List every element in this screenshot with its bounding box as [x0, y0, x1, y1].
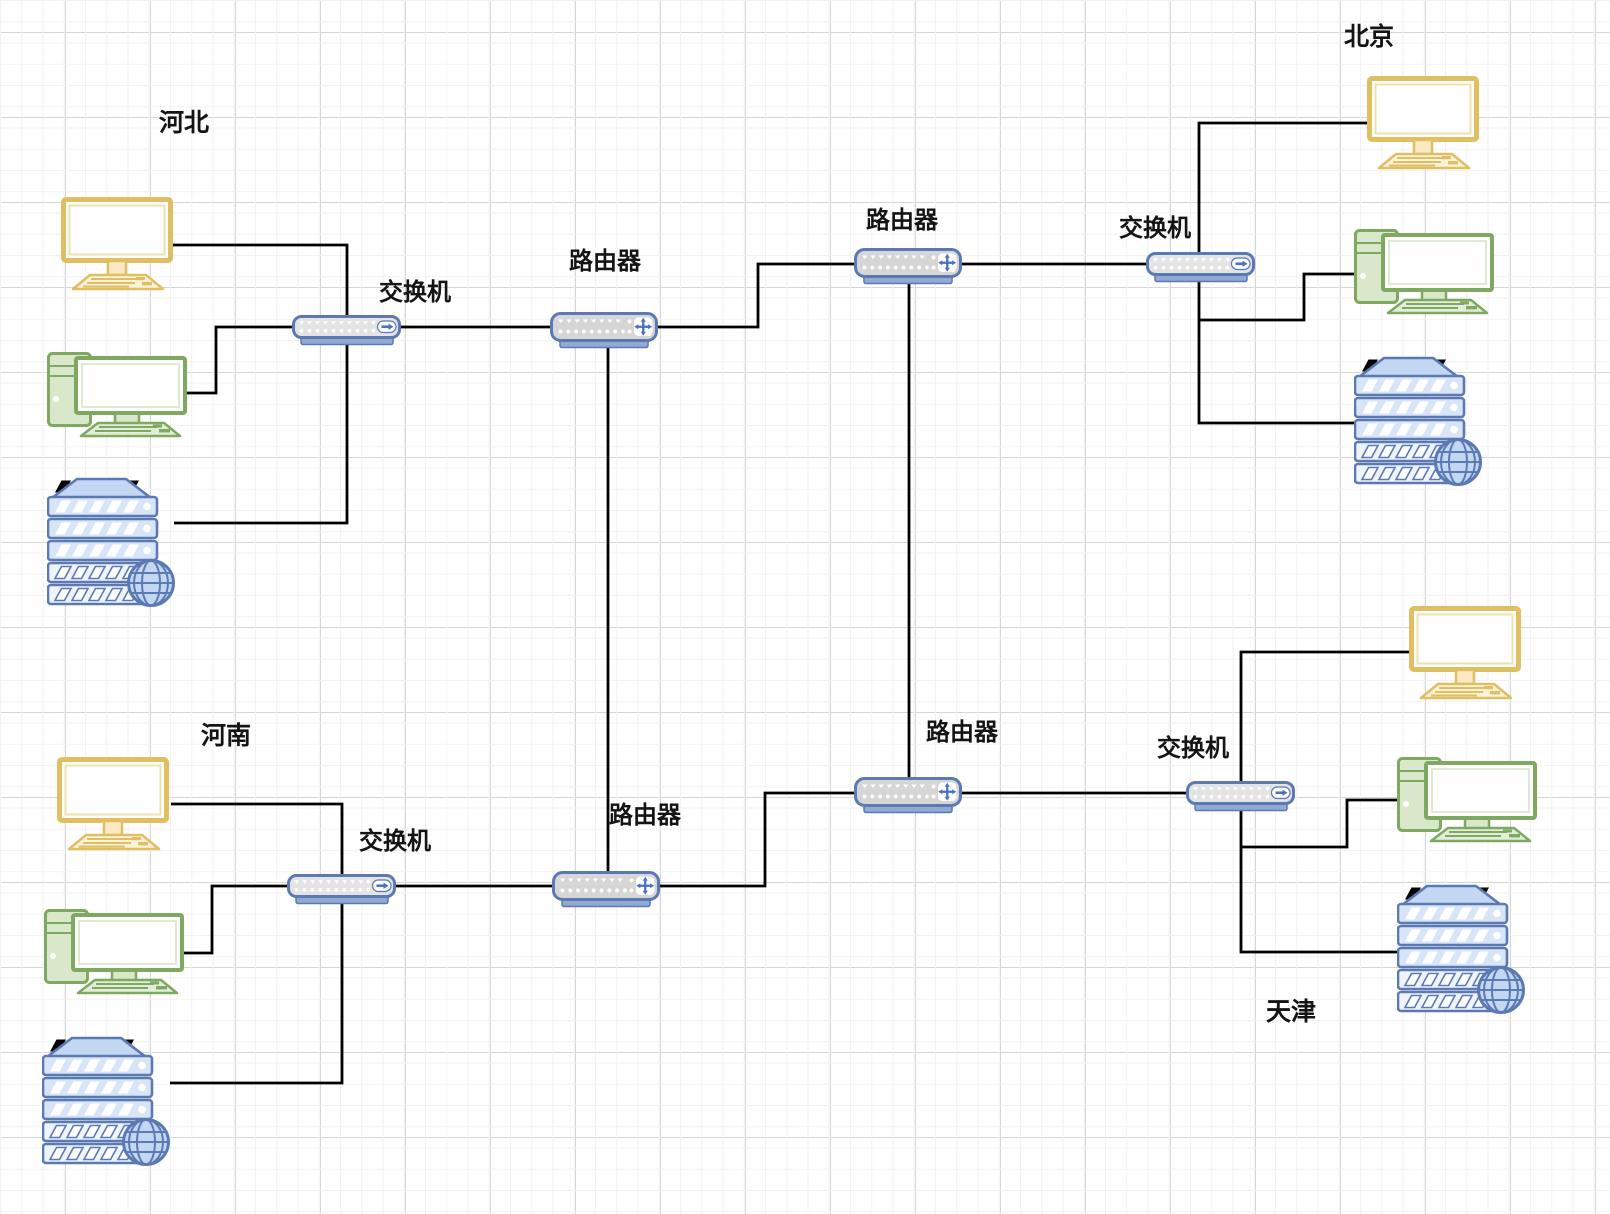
diagram-canvas: 河北 北京 河南 天津 交换机 交换机 交换机 交换机 路由器 路由器 路由器 … — [0, 0, 1610, 1214]
tianjin-switch-icon[interactable] — [1186, 781, 1296, 813]
tianjin-server-icon[interactable] — [1397, 884, 1525, 1016]
connection-line — [172, 243, 349, 525]
connection-line — [655, 262, 856, 329]
connection-line — [183, 884, 289, 955]
connection-line — [657, 791, 856, 888]
henan-desktop-pc-icon[interactable] — [44, 909, 184, 995]
router-4-label: 路由器 — [926, 719, 998, 746]
beijing-server-icon[interactable] — [1354, 356, 1482, 488]
router-1-icon[interactable] — [550, 312, 660, 350]
connection-line — [185, 325, 294, 395]
router-1-label: 路由器 — [569, 248, 641, 275]
region-label-beijing: 北京 — [1344, 23, 1395, 51]
hebei-desktop-pc-icon[interactable] — [47, 352, 187, 438]
henan-switch-label: 交换机 — [359, 828, 431, 855]
henan-switch-icon[interactable] — [287, 874, 397, 906]
router-4-icon[interactable] — [854, 777, 964, 815]
hebei-switch-icon[interactable] — [292, 315, 402, 347]
region-label-tianjin: 天津 — [1266, 998, 1317, 1026]
henan-server-icon[interactable] — [42, 1036, 170, 1168]
hebei-monitor-icon[interactable] — [61, 197, 173, 292]
region-label-henan: 河南 — [201, 722, 252, 750]
tianjin-switch-label: 交换机 — [1157, 735, 1229, 762]
router-3-icon[interactable] — [552, 871, 662, 909]
hebei-server-icon[interactable] — [47, 477, 175, 609]
beijing-switch-label: 交换机 — [1119, 215, 1191, 242]
connection-wires — [170, 121, 1410, 1085]
router-2-icon[interactable] — [854, 248, 964, 286]
tianjin-desktop-pc-icon[interactable] — [1397, 757, 1537, 843]
beijing-monitor-icon[interactable] — [1367, 76, 1479, 171]
henan-monitor-icon[interactable] — [57, 757, 169, 852]
region-label-hebei: 河北 — [159, 109, 210, 137]
beijing-desktop-pc-icon[interactable] — [1354, 229, 1494, 315]
connection-line — [170, 802, 344, 1085]
hebei-switch-label: 交换机 — [379, 279, 451, 306]
router-3-label: 路由器 — [609, 802, 681, 829]
beijing-switch-icon[interactable] — [1146, 252, 1256, 284]
tianjin-monitor-icon[interactable] — [1409, 606, 1521, 701]
router-2-label: 路由器 — [866, 207, 938, 234]
